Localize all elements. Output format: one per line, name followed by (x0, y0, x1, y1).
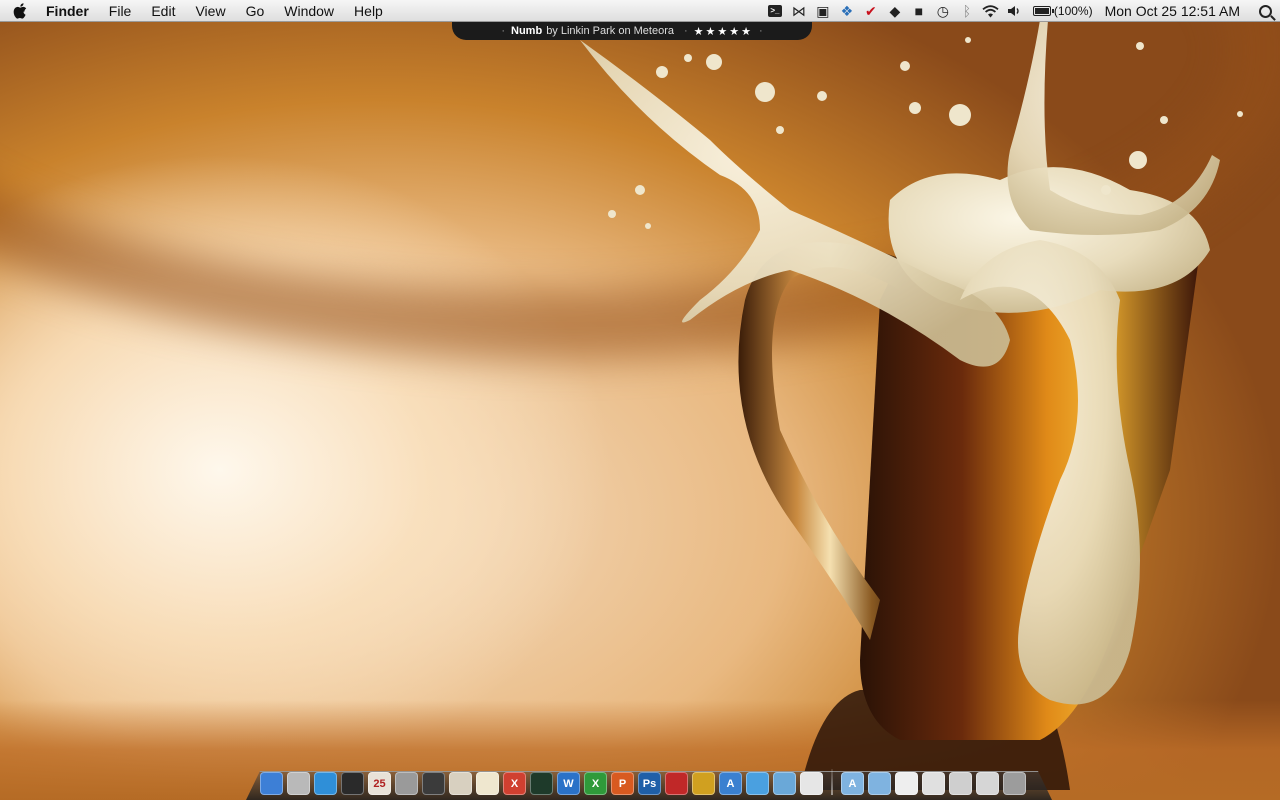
parallels-icon[interactable] (665, 772, 688, 795)
menu-help[interactable]: Help (344, 0, 393, 22)
word-icon[interactable]: W (557, 772, 580, 795)
bluetooth-icon[interactable]: ᛒ (955, 0, 979, 22)
dropbox-glyph: ❖ (840, 2, 854, 19)
time-machine-icon[interactable]: ◷ (931, 0, 955, 22)
mail-icon[interactable] (287, 772, 310, 795)
automator-icon[interactable] (395, 772, 418, 795)
menu-bar-status-area: >_ ⋈ ▣ ❖ ✔ ◆ ■ ◷ ᛒ (100%) Mon Oct 25 12:… (763, 0, 1280, 22)
menu-bar: Finder File Edit View Go Window Help >_ … (0, 0, 1280, 22)
photoshop-icon[interactable]: Ps (638, 772, 661, 795)
growl-glyph: ■ (914, 3, 924, 19)
screenshots-stack-icon[interactable] (976, 772, 999, 795)
terminal-icon[interactable]: >_ (763, 0, 787, 22)
now-playing-rating[interactable]: ★★★★★ (694, 25, 753, 38)
spotlight-glyph (1258, 4, 1272, 18)
volume-glyph (1007, 6, 1019, 16)
butterfly-glyph: ⋈ (791, 2, 806, 19)
desktop (0, 0, 1280, 800)
transmit-icon[interactable] (692, 772, 715, 795)
dropbox-icon[interactable]: ❖ (835, 0, 859, 22)
checkmark-glyph: ✔ (865, 2, 877, 19)
checkmark-icon[interactable]: ✔ (859, 0, 883, 22)
applications-folder-icon[interactable]: A (841, 772, 864, 795)
butterfly-icon[interactable]: ⋈ (787, 0, 811, 22)
battery-percent: (100%) (1053, 4, 1093, 18)
now-playing-bar[interactable]: · Numb by Linkin Park on Meteora · ★★★★★… (452, 22, 812, 40)
menu-file[interactable]: File (99, 0, 142, 22)
apple-glyph (13, 2, 27, 19)
documents-folder-icon[interactable] (868, 772, 891, 795)
airplay-icon[interactable]: ▣ (811, 0, 835, 22)
activity-monitor-icon[interactable] (530, 772, 553, 795)
crossover-icon[interactable]: X (503, 772, 526, 795)
wifi-glyph (982, 4, 999, 17)
pictures-stack-icon[interactable] (922, 772, 945, 795)
now-playing-artist-album: by Linkin Park on Meteora (546, 25, 674, 37)
menu-edit[interactable]: Edit (141, 0, 185, 22)
now-playing-separator-left: · (501, 25, 506, 37)
growl-icon[interactable]: ■ (907, 0, 931, 22)
volume-icon[interactable] (1003, 0, 1027, 22)
now-playing-separator-mid: · (683, 25, 688, 37)
menu-bar-left: Finder File Edit View Go Window Help (0, 0, 393, 22)
trash-icon[interactable] (1003, 772, 1026, 795)
battery-indicator[interactable]: (100%) (1027, 0, 1099, 22)
menu-app-finder[interactable]: Finder (40, 0, 99, 22)
droplet-glyph: ◆ (889, 2, 901, 19)
downloads-stack-icon[interactable] (949, 772, 972, 795)
notes-icon[interactable] (800, 772, 823, 795)
apple-logo-icon[interactable] (0, 0, 40, 22)
finder-icon[interactable] (260, 772, 283, 795)
messenger-icon[interactable] (746, 772, 769, 795)
menu-window[interactable]: Window (274, 0, 344, 22)
terminal-glyph: >_ (767, 5, 782, 17)
menu-clock[interactable]: Mon Oct 25 12:51 AM (1099, 3, 1250, 19)
preview-icon[interactable] (449, 772, 472, 795)
menu-go[interactable]: Go (236, 0, 275, 22)
wifi-icon[interactable] (979, 0, 1003, 22)
itunes-icon[interactable] (341, 772, 364, 795)
dock-icons: 25 X W X P Ps A A (258, 765, 1028, 795)
dock-separator (831, 769, 833, 795)
dock: 25 X W X P Ps A A (246, 765, 1052, 800)
spotlight-search-icon[interactable] (1250, 0, 1280, 22)
battery-icon (1032, 6, 1054, 16)
bluetooth-glyph: ᛒ (962, 3, 972, 19)
now-playing-track: Numb (511, 25, 543, 37)
document-stack-icon[interactable] (895, 772, 918, 795)
iphoto-icon[interactable] (773, 772, 796, 795)
textedit-icon[interactable] (476, 772, 499, 795)
droplet-icon[interactable]: ◆ (883, 0, 907, 22)
now-playing-separator-right: · (758, 25, 763, 37)
quicktime-icon[interactable] (422, 772, 445, 795)
airplay-glyph: ▣ (816, 2, 830, 19)
safari-icon[interactable] (314, 772, 337, 795)
powerpoint-icon[interactable]: P (611, 772, 634, 795)
time-machine-glyph: ◷ (936, 2, 950, 19)
xcode-icon[interactable]: A (719, 772, 742, 795)
battery-fill (1034, 8, 1049, 14)
excel-icon[interactable]: X (584, 772, 607, 795)
menu-view[interactable]: View (185, 0, 235, 22)
ical-icon[interactable]: 25 (368, 772, 391, 795)
beer-mug-illustration (580, 20, 1243, 790)
